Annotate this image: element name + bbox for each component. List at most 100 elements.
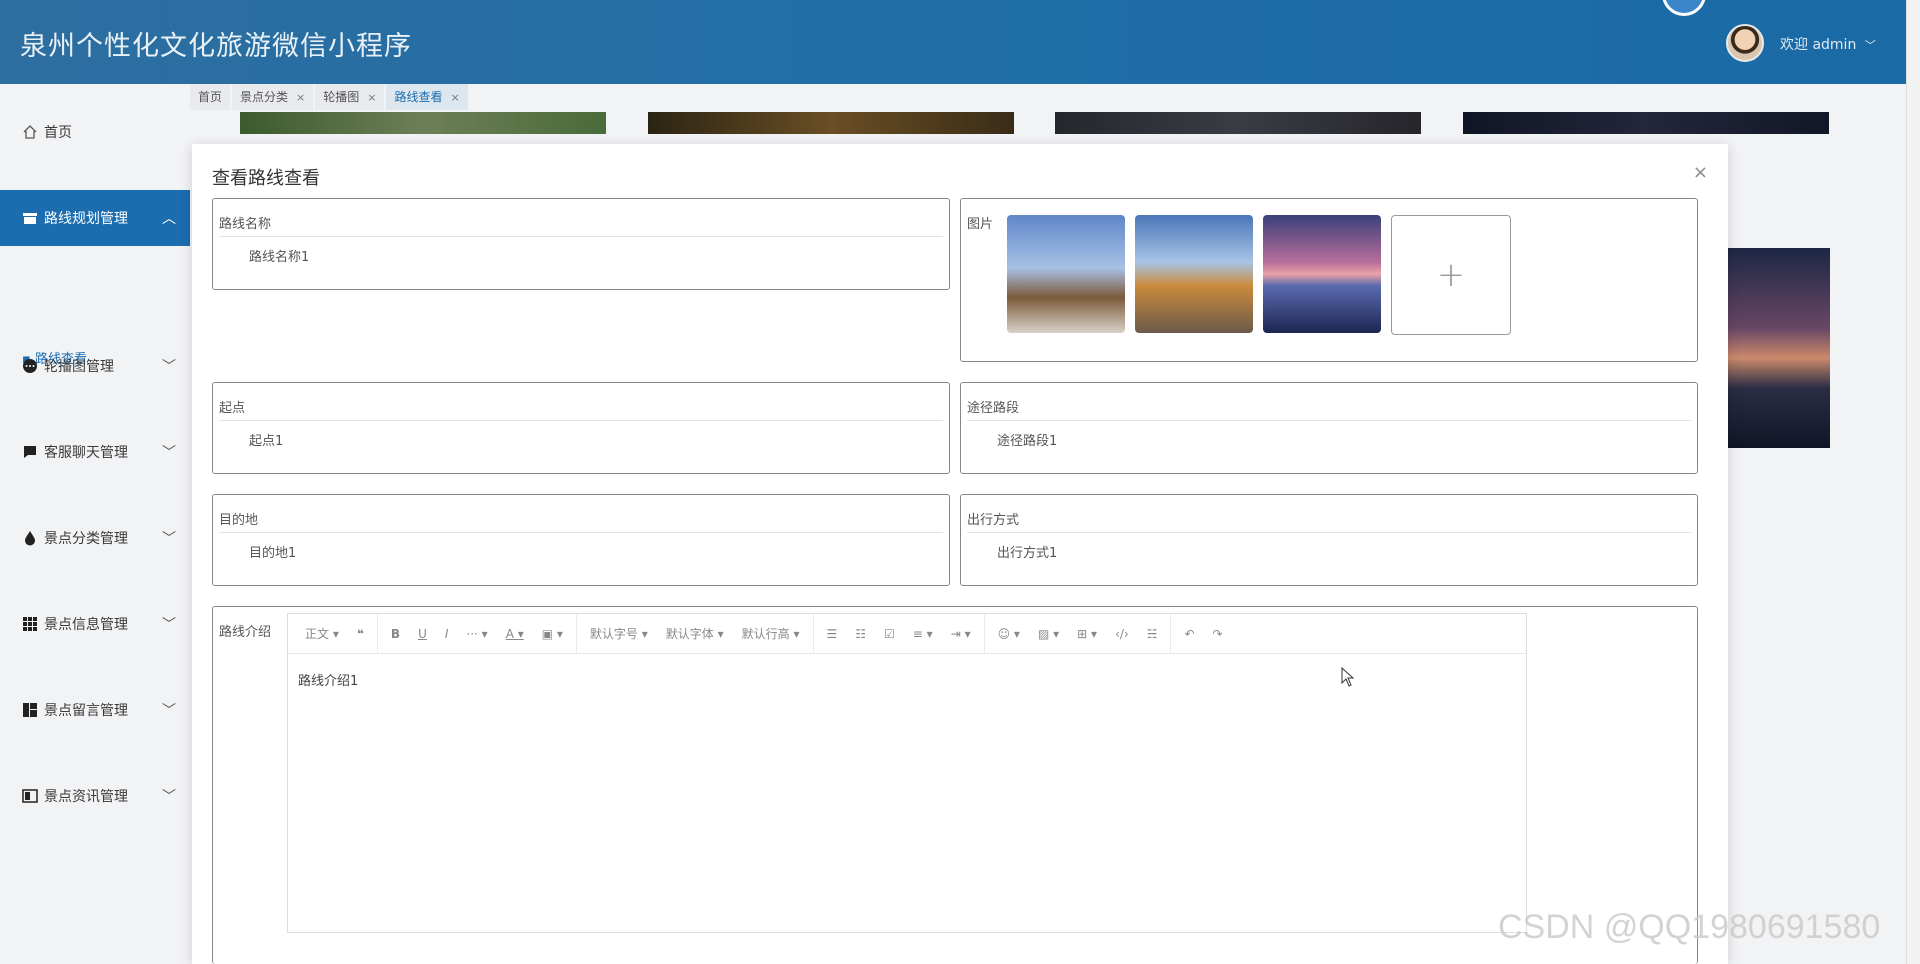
route-name-field: 路线名称 路线名称1 (212, 198, 950, 290)
destination-field: 目的地 目的地1 (212, 494, 950, 586)
font-family-label: 默认字体 (665, 627, 714, 641)
close-icon[interactable]: × (451, 91, 460, 104)
tab-label: 路线查看 (394, 90, 443, 104)
paragraph-select[interactable]: 正文 ▾ (296, 625, 348, 642)
chevron-down-icon: ﹀ (162, 789, 176, 805)
chevron-down-icon: ﹀ (162, 531, 176, 547)
sidebar-item-label: 景点留言管理 (44, 703, 128, 719)
divider-line-icon[interactable]: ☵ (1138, 627, 1167, 641)
watermark: CSDN @QQ1980691580 (1498, 908, 1881, 946)
board-icon (22, 702, 38, 718)
line-height-label: 默认行高 (741, 627, 790, 641)
align-icon[interactable]: ≡ ▾ (904, 627, 942, 641)
top-circle-icon (1662, 0, 1706, 16)
route-name-value: 路线名称1 (249, 250, 310, 265)
tab-label: 轮播图 (323, 90, 360, 104)
undo-icon[interactable]: ↶ (1175, 627, 1203, 641)
avatar[interactable] (1726, 24, 1764, 62)
drop-icon (22, 530, 38, 546)
divider (967, 532, 1691, 533)
page-scrollbar[interactable] (1906, 0, 1920, 964)
view-dialog: 查看路线查看 × 路线名称 路线名称1 图片 + 起点 起点1 途径路段 途径路… (192, 144, 1728, 964)
field-label: 路线名称 (219, 217, 272, 232)
user-menu[interactable]: 欢迎 admin ﹀ (1780, 34, 1876, 54)
sidebar-item-route-planning[interactable]: 路线规划管理 ︿ (0, 190, 190, 246)
more-format-icon[interactable]: ··· ▾ (457, 627, 496, 641)
tab-route-view[interactable]: 路线查看 × (386, 84, 468, 110)
grid-icon (22, 616, 38, 632)
tab-category[interactable]: 景点分类 × (232, 84, 314, 110)
image-list: + (1007, 215, 1511, 335)
background-image (648, 112, 1014, 134)
line-height-select[interactable]: 默认行高 ▾ (733, 625, 809, 642)
sidebar-item-chat[interactable]: 客服聊天管理 ﹀ (0, 424, 190, 480)
emoji-icon[interactable]: ☺ ▾ (989, 627, 1029, 641)
bold-icon[interactable]: B (382, 627, 409, 641)
close-icon[interactable]: × (1693, 162, 1708, 183)
underline-icon[interactable]: U (409, 627, 436, 641)
background-color-icon[interactable]: ▣ ▾ (533, 627, 572, 641)
images-field: 图片 + (960, 198, 1698, 362)
travel-mode-field: 出行方式 出行方式1 (960, 494, 1698, 586)
more-icon (22, 358, 38, 374)
sidebar-item-home[interactable]: 首页 (0, 104, 190, 160)
close-icon[interactable]: × (367, 91, 376, 104)
font-family-select[interactable]: 默认字体 ▾ (657, 625, 733, 642)
sidebar-item-category[interactable]: 景点分类管理 ﹀ (0, 510, 190, 566)
redo-icon[interactable]: ↷ (1204, 627, 1232, 641)
lake-sunset-image[interactable] (1263, 215, 1381, 333)
dialog-title: 查看路线查看 (212, 168, 320, 189)
home-icon (22, 124, 38, 140)
image-icon[interactable]: ▨ ▾ (1029, 627, 1068, 641)
divider (376, 613, 378, 654)
tab-carousel[interactable]: 轮播图 × (315, 84, 385, 110)
sidebar-item-messages[interactable]: 景点留言管理 ﹀ (0, 682, 190, 738)
sidebar-item-label: 客服聊天管理 (44, 445, 128, 461)
sidebar-item-label: 轮播图管理 (44, 359, 114, 375)
tab-bar: 首页 景点分类 × 轮播图 × 路线查看 × (190, 84, 470, 110)
tab-label: 景点分类 (240, 90, 289, 104)
divider (219, 532, 943, 533)
font-size-select[interactable]: 默认字号 ▾ (581, 625, 657, 642)
font-size-label: 默认字号 (589, 627, 638, 641)
tab-home[interactable]: 首页 (190, 84, 231, 110)
travel-mode-value: 出行方式1 (997, 546, 1058, 561)
rich-text-editor[interactable]: 正文 ▾ ❝ B U I ··· ▾ A ▾ ▣ ▾ 默认字号 ▾ 默认字体 ▾… (287, 613, 1527, 933)
divider (575, 613, 577, 654)
sidebar-item-carousel[interactable]: 轮播图管理 ﹀ (0, 338, 190, 394)
route-section-field: 途径路段 途径路段1 (960, 382, 1698, 474)
field-label: 起点 (219, 401, 246, 416)
bulleted-list-icon[interactable]: ☰ (818, 627, 847, 641)
box-icon (22, 210, 38, 226)
indent-icon[interactable]: ⇥ ▾ (942, 627, 980, 641)
background-image (1055, 112, 1421, 134)
top-header: 泉州个性化文化旅游微信小程序 欢迎 admin ﹀ (0, 0, 1920, 84)
chevron-down-icon: ﹀ (162, 445, 176, 461)
background-image (1726, 248, 1830, 448)
add-image-button[interactable]: + (1391, 215, 1511, 335)
welcome-text: 欢迎 admin (1780, 37, 1857, 53)
chevron-down-icon: ﹀ (162, 617, 176, 633)
background-image (1463, 112, 1829, 134)
sidebar-item-news[interactable]: 景点资讯管理 ﹀ (0, 768, 190, 824)
start-value: 起点1 (249, 434, 284, 449)
code-icon[interactable]: ‹/› (1106, 627, 1138, 641)
font-color-icon[interactable]: A ▾ (497, 627, 533, 641)
pavilion-image[interactable] (1135, 215, 1253, 333)
divider (219, 420, 943, 421)
tab-label: 首页 (198, 90, 223, 104)
sidebar-item-spot-info[interactable]: 景点信息管理 ﹀ (0, 596, 190, 652)
chevron-down-icon: ﹀ (1864, 39, 1876, 52)
quote-icon[interactable]: ❝ (348, 627, 373, 641)
close-icon[interactable]: × (296, 91, 305, 104)
sidebar-item-label: 景点资讯管理 (44, 789, 128, 805)
numbered-list-icon[interactable]: ☷ (846, 627, 875, 641)
temple-image[interactable] (1007, 215, 1125, 333)
field-label: 出行方式 (967, 513, 1020, 528)
todo-icon[interactable]: ☑ (875, 627, 904, 641)
italic-icon[interactable]: I (436, 627, 458, 641)
start-field: 起点 起点1 (212, 382, 950, 474)
news-icon (22, 788, 38, 804)
field-label: 途径路段 (967, 401, 1020, 416)
table-icon[interactable]: ⊞ ▾ (1068, 627, 1106, 641)
